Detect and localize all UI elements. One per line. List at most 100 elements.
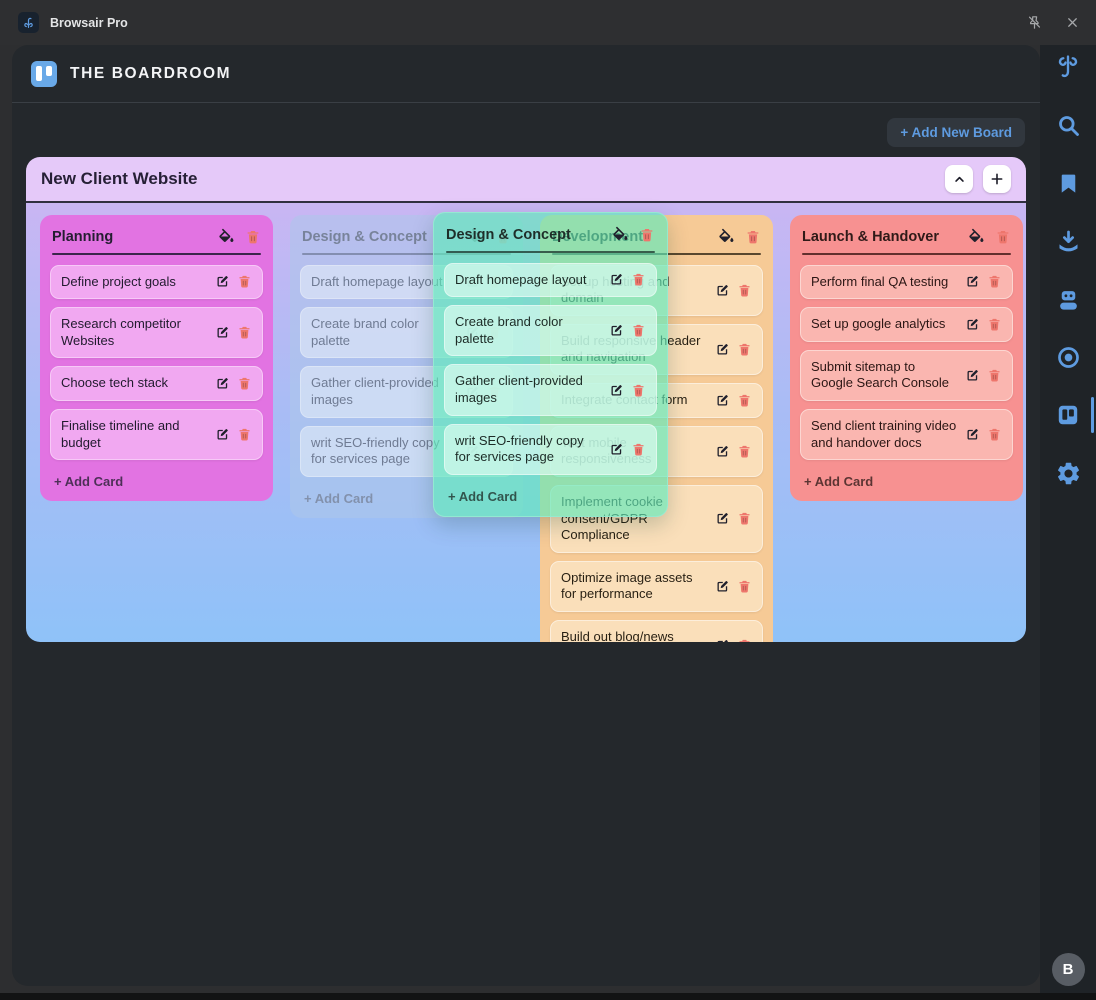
card-delete-trash-icon[interactable]: [737, 579, 752, 594]
card-delete-trash-icon[interactable]: [631, 272, 646, 287]
robot-assistant-icon[interactable]: [1053, 284, 1083, 314]
user-avatar[interactable]: B: [1051, 953, 1085, 986]
boards-icon[interactable]: [1053, 397, 1094, 433]
collapse-board-button[interactable]: [945, 165, 973, 193]
card-edit-icon[interactable]: [715, 342, 730, 357]
card-edit-icon[interactable]: [715, 511, 730, 526]
kanban-card[interactable]: Gather client-provided images: [444, 364, 657, 416]
dragged-column-ghost[interactable]: Design & Concept Draft homepage layout C…: [433, 212, 668, 517]
app-header: THE BOARDROOM: [12, 45, 1040, 103]
kanban-card[interactable]: Draft homepage layout: [444, 262, 657, 298]
browsair-logo-icon[interactable]: [1053, 52, 1083, 82]
add-column-button[interactable]: [983, 165, 1011, 193]
add-new-board-button[interactable]: + Add New Board: [887, 118, 1025, 147]
kanban-card[interactable]: Finalise timeline and budget: [50, 409, 263, 461]
kanban-card[interactable]: Perform final QA testing: [800, 264, 1013, 300]
card-edit-icon[interactable]: [215, 274, 230, 289]
card-edit-icon[interactable]: [609, 442, 624, 457]
card-delete-trash-icon[interactable]: [987, 317, 1002, 332]
column-delete-trash-icon[interactable]: [245, 229, 261, 245]
chevron-up-icon: [954, 176, 964, 182]
card-delete-trash-icon[interactable]: [737, 638, 752, 642]
card-delete-trash-icon[interactable]: [737, 283, 752, 298]
card-delete-trash-icon[interactable]: [237, 376, 252, 391]
card-delete-trash-icon[interactable]: [237, 325, 252, 340]
app-frame: THE BOARDROOM + Add New Board New Client…: [12, 45, 1040, 986]
card-edit-icon[interactable]: [715, 393, 730, 408]
card-delete-trash-icon[interactable]: [737, 342, 752, 357]
card-edit-icon[interactable]: [715, 579, 730, 594]
card-delete-trash-icon[interactable]: [737, 444, 752, 459]
kanban-card[interactable]: writ SEO-friendly copy for services page: [444, 423, 657, 475]
kanban-card[interactable]: Choose tech stack: [50, 366, 263, 401]
kanban-card[interactable]: Optimize image assets for performance: [550, 560, 763, 612]
card-delete-trash-icon[interactable]: [631, 323, 646, 338]
card-delete-trash-icon[interactable]: [631, 442, 646, 457]
download-icon[interactable]: [1053, 226, 1083, 256]
card-list: Draft homepage layout Create brand color…: [444, 262, 657, 475]
card-list: Define project goals Research competitor…: [50, 264, 263, 461]
card-text: Build out blog/news section: [561, 629, 674, 642]
card-text: Finalise timeline and budget: [61, 418, 180, 450]
kanban-card[interactable]: Create brand color palette: [444, 305, 657, 357]
card-edit-icon[interactable]: [965, 427, 980, 442]
board-column[interactable]: Launch & Handover Perform final QA testi…: [790, 215, 1023, 502]
card-edit-icon[interactable]: [965, 368, 980, 383]
card-edit-icon[interactable]: [609, 383, 624, 398]
card-edit-icon[interactable]: [609, 323, 624, 338]
card-edit-icon[interactable]: [215, 376, 230, 391]
card-edit-icon[interactable]: [609, 272, 624, 287]
kanban-card[interactable]: Submit sitemap to Google Search Console: [800, 349, 1013, 401]
column-delete-trash-icon[interactable]: [995, 229, 1011, 245]
card-edit-icon[interactable]: [715, 638, 730, 642]
app-logo-badge: [18, 12, 39, 33]
kanban-card[interactable]: Define project goals: [50, 264, 263, 300]
card-text: Send client training video and handover …: [811, 418, 957, 450]
column-divider: [802, 253, 1011, 255]
card-delete-trash-icon[interactable]: [737, 511, 752, 526]
card-edit-icon[interactable]: [965, 274, 980, 289]
card-edit-icon[interactable]: [715, 444, 730, 459]
column-color-bucket-icon[interactable]: [611, 226, 629, 243]
card-text: Draft homepage layout: [455, 271, 587, 287]
card-delete-trash-icon[interactable]: [987, 274, 1002, 289]
add-card-button[interactable]: + Add Card: [800, 468, 1013, 491]
card-delete-trash-icon[interactable]: [987, 427, 1002, 442]
kanban-card[interactable]: Research competitor Websites: [50, 307, 263, 359]
card-text: Define project goals: [61, 273, 176, 289]
board-title: New Client Website: [41, 169, 198, 188]
card-text: Submit sitemap to Google Search Console: [811, 358, 950, 391]
card-delete-trash-icon[interactable]: [237, 427, 252, 442]
kanban-card[interactable]: Set up google analytics: [800, 307, 1013, 342]
column-delete-trash-icon[interactable]: [639, 227, 655, 243]
browsair-logo-icon: [24, 17, 33, 28]
card-text: Optimize image assets for performance: [561, 569, 693, 602]
card-edit-icon[interactable]: [215, 325, 230, 340]
pin-off-icon[interactable]: [1026, 14, 1043, 31]
record-icon[interactable]: [1053, 342, 1083, 372]
column-color-bucket-icon[interactable]: [967, 228, 985, 245]
column-color-bucket-icon[interactable]: [217, 228, 235, 245]
card-list: Perform final QA testing Set up google a…: [800, 264, 1013, 461]
card-delete-trash-icon[interactable]: [631, 383, 646, 398]
column-delete-trash-icon[interactable]: [745, 229, 761, 245]
active-tab-indicator: [1091, 397, 1094, 433]
card-edit-icon[interactable]: [215, 427, 230, 442]
card-text: Choose tech stack: [61, 375, 168, 391]
card-delete-trash-icon[interactable]: [987, 368, 1002, 383]
card-edit-icon[interactable]: [965, 317, 980, 332]
column-color-bucket-icon[interactable]: [717, 228, 735, 245]
close-icon[interactable]: [1065, 15, 1080, 30]
kanban-card[interactable]: Send client training video and handover …: [800, 409, 1013, 461]
bookmark-icon[interactable]: [1053, 168, 1083, 198]
card-edit-icon[interactable]: [715, 283, 730, 298]
add-card-button[interactable]: + Add Card: [50, 468, 263, 491]
kanban-card[interactable]: Build out blog/news section: [550, 620, 763, 642]
board-column[interactable]: Planning Define project goals Research c…: [40, 215, 273, 502]
card-delete-trash-icon[interactable]: [237, 274, 252, 289]
settings-gear-icon[interactable]: [1053, 458, 1083, 488]
search-icon[interactable]: [1053, 110, 1083, 140]
card-text: Perform final QA testing: [811, 273, 949, 289]
card-delete-trash-icon[interactable]: [737, 393, 752, 408]
add-card-button[interactable]: + Add Card: [444, 483, 657, 506]
